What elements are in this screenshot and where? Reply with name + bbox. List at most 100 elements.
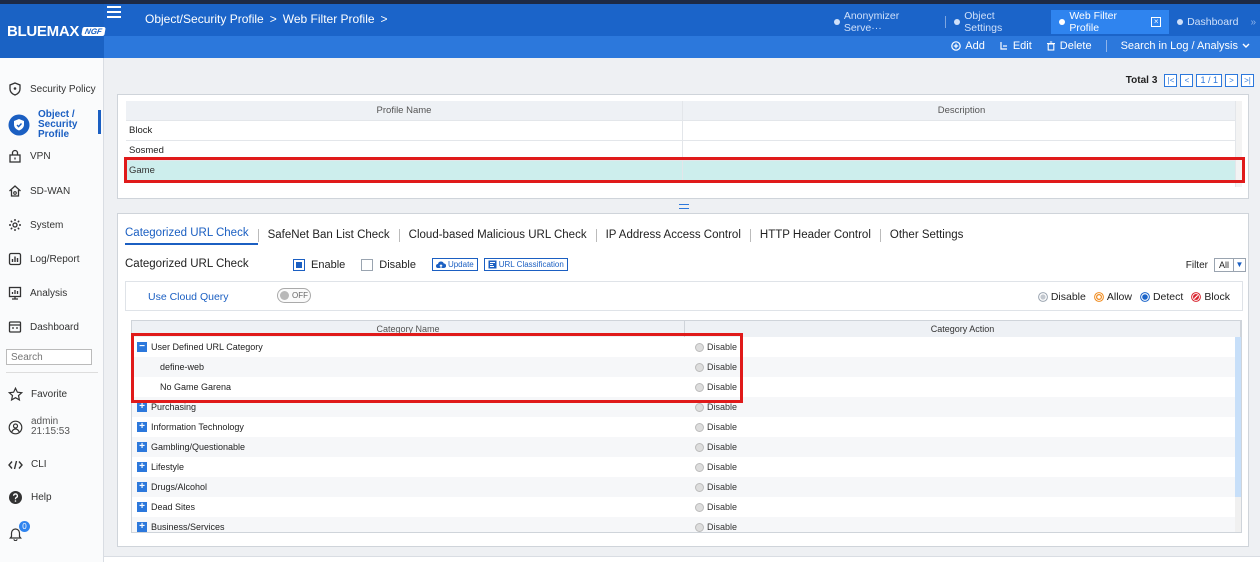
sidebar-item-user[interactable]: admin 21:15:53 [8, 417, 70, 437]
menu-icon[interactable] [107, 6, 121, 18]
table-row-selected[interactable]: Game [126, 161, 1240, 181]
table-header: Profile Name Description [126, 101, 1240, 121]
column-header-description[interactable]: Description [683, 101, 1240, 120]
expand-icon[interactable]: + [137, 482, 147, 492]
filter-select[interactable]: All ▼ [1213, 258, 1246, 272]
category-action-cell[interactable]: Disable [685, 477, 1241, 497]
cloud-query-label: Use Cloud Query [148, 291, 229, 303]
expand-icon[interactable]: + [137, 422, 147, 432]
legend-label: Allow [1106, 291, 1132, 303]
category-action-cell[interactable]: Disable [685, 377, 1241, 397]
category-action-cell[interactable]: Disable [685, 357, 1241, 377]
category-action-cell[interactable]: Disable [685, 457, 1241, 477]
url-classification-button[interactable]: URL Classification [483, 258, 568, 271]
table-row[interactable]: + Business/Services Disable [132, 517, 1241, 532]
sidebar-item-security-policy[interactable]: Security Policy [8, 82, 96, 96]
brand-logo[interactable]: BLUEMAX NGF [0, 4, 106, 58]
cloud-query-toggle[interactable]: OFF [277, 288, 311, 303]
table-row[interactable]: + Dead Sites Disable [132, 497, 1241, 517]
delete-button[interactable]: Delete [1046, 40, 1092, 52]
table-row[interactable]: + Gambling/Questionable Disable [132, 437, 1241, 457]
sidebar-item-dashboard[interactable]: Dashboard [8, 320, 79, 334]
tab-categorized-url-check[interactable]: Categorized URL Check [125, 226, 258, 245]
expand-icon[interactable]: + [137, 502, 147, 512]
table-row[interactable]: Block [126, 121, 1240, 141]
total-count: 3 [1151, 75, 1158, 86]
sidebar-search-input[interactable] [6, 349, 92, 365]
enable-radio[interactable] [293, 258, 305, 271]
table-row[interactable]: + Lifestyle Disable [132, 457, 1241, 477]
user-icon [8, 420, 23, 434]
panel-splitter[interactable] [117, 200, 1249, 213]
sidebar-item-cli[interactable]: CLI [8, 459, 47, 470]
sidebar-item-help[interactable]: Help [8, 490, 52, 505]
edit-button[interactable]: Edit [999, 40, 1032, 52]
table-row[interactable]: + Drugs/Alcohol Disable [132, 477, 1241, 497]
category-scrollbar[interactable] [1235, 337, 1241, 532]
breadcrumb-web-filter-profile[interactable]: Web Filter Profile [283, 12, 375, 26]
column-header-category-name[interactable]: Category Name [132, 321, 685, 337]
sidebar-item-analysis[interactable]: Analysis [8, 286, 67, 300]
table-row[interactable]: + Information Technology Disable [132, 417, 1241, 437]
table-row[interactable]: − User Defined URL Category Disable [132, 337, 1241, 357]
action-legend: Disable Allow Detect Block [1037, 291, 1230, 303]
sidebar-item-log-report[interactable]: Log/Report [8, 252, 79, 266]
table-row[interactable]: No Game Garena Disable [132, 377, 1241, 397]
legend-disable: Disable [1037, 291, 1086, 303]
add-button[interactable]: Add [951, 40, 985, 52]
table-row[interactable]: Sosmed [126, 141, 1240, 161]
next-page-button[interactable]: > [1225, 74, 1238, 87]
category-action-cell[interactable]: Disable [685, 397, 1241, 417]
sidebar-item-system[interactable]: System [8, 218, 63, 232]
category-action-label: Disable [707, 362, 738, 372]
lock-icon [9, 149, 21, 163]
category-action-cell[interactable]: Disable [685, 337, 1241, 357]
column-header-profile-name[interactable]: Profile Name [126, 101, 683, 120]
update-button[interactable]: Update [431, 258, 478, 271]
expand-icon[interactable]: + [137, 442, 147, 452]
category-action-cell[interactable]: Disable [685, 417, 1241, 437]
table-row[interactable]: define-web Disable [132, 357, 1241, 377]
sidebar-item-vpn[interactable]: VPN [8, 149, 51, 163]
sidebar-item-sd-wan[interactable]: SD-WAN [8, 184, 70, 198]
expand-icon[interactable]: + [137, 402, 147, 412]
settings-panel: Categorized URL Check SafeNet Ban List C… [117, 213, 1249, 547]
notification-button[interactable]: 0 [8, 521, 30, 541]
close-tab-icon[interactable]: × [1151, 17, 1162, 27]
category-name-cell: + Gambling/Questionable [132, 437, 685, 457]
expand-icon[interactable]: + [137, 462, 147, 472]
more-tabs-icon[interactable]: » [1246, 17, 1260, 28]
table-scrollbar[interactable] [1235, 101, 1242, 187]
category-action-cell[interactable]: Disable [685, 497, 1241, 517]
breadcrumb-object-security-profile[interactable]: Object/Security Profile [145, 12, 264, 26]
tab-cloud-malicious-url[interactable]: Cloud-based Malicious URL Check [400, 228, 596, 244]
expand-icon[interactable]: + [137, 522, 147, 532]
sidebar-item-object-security-profile[interactable]: Object / Security Profile [8, 110, 103, 140]
tab-dashboard[interactable]: Dashboard [1169, 10, 1246, 34]
gear-icon [9, 219, 21, 231]
star-icon [8, 387, 23, 402]
category-action-label: Disable [707, 502, 738, 512]
sidebar-item-favorite[interactable]: Favorite [8, 387, 67, 402]
tab-safenet-ban-list[interactable]: SafeNet Ban List Check [259, 228, 399, 244]
scrollbar-thumb[interactable] [1235, 337, 1241, 497]
tab-ip-access-control[interactable]: IP Address Access Control [597, 228, 750, 244]
tab-object-settings[interactable]: Object Settings [946, 10, 1041, 34]
disable-radio[interactable] [361, 258, 374, 271]
table-row[interactable]: + Purchasing Disable [132, 397, 1241, 417]
disable-radio-icon [695, 342, 704, 352]
tab-other-settings[interactable]: Other Settings [881, 228, 973, 244]
category-name: User Defined URL Category [151, 342, 263, 352]
tab-label: Object Settings [964, 10, 1003, 34]
first-page-button[interactable]: |< [1164, 74, 1178, 87]
category-action-cell[interactable]: Disable [685, 517, 1241, 532]
column-header-category-action[interactable]: Category Action [685, 321, 1241, 337]
tab-web-filter-profile[interactable]: Web Filter Profile × [1051, 10, 1170, 34]
prev-page-button[interactable]: < [1180, 74, 1194, 87]
tab-http-header-control[interactable]: HTTP Header Control [751, 228, 880, 244]
last-page-button[interactable]: >| [1241, 74, 1254, 87]
search-log-dropdown[interactable]: Search in Log / Analysis [1121, 40, 1250, 52]
category-action-cell[interactable]: Disable [685, 437, 1241, 457]
collapse-icon[interactable]: − [137, 342, 147, 352]
tab-anonymizer[interactable]: Anonymizer Serve··· [826, 10, 945, 34]
